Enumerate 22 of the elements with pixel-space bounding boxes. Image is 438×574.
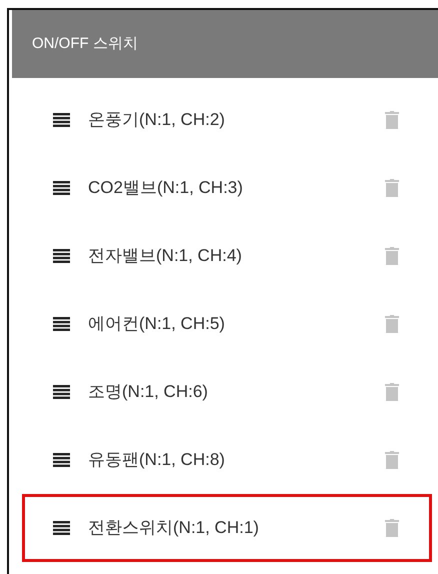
list-item[interactable]: 에어컨(N:1, CH:5) (22, 290, 432, 358)
item-label: 온풍기(N:1, CH:2) (88, 109, 226, 132)
item-label: 전환스위치(N:1, CH:1) (88, 517, 260, 540)
list-item[interactable]: 조명(N:1, CH:6) (22, 358, 432, 426)
list-item[interactable]: 온풍기(N:1, CH:2) (22, 86, 432, 154)
menu-icon[interactable] (53, 249, 70, 263)
menu-icon[interactable] (53, 453, 70, 467)
menu-icon[interactable] (53, 113, 70, 127)
menu-icon[interactable] (53, 181, 70, 195)
item-label: 전자밸브(N:1, CH:4) (88, 245, 243, 268)
list-item[interactable]: 전자밸브(N:1, CH:4) (22, 222, 432, 290)
list-item[interactable]: 유동팬(N:1, CH:8) (22, 426, 432, 494)
list-item[interactable]: 전환스위치(N:1, CH:1) (22, 494, 432, 562)
list-item[interactable]: CO2밸브(N:1, CH:3) (22, 154, 432, 222)
item-label: 유동팬(N:1, CH:8) (88, 449, 226, 472)
menu-icon[interactable] (53, 385, 70, 399)
item-label: 에어컨(N:1, CH:5) (88, 313, 226, 336)
item-label: CO2밸브(N:1, CH:3) (88, 177, 244, 200)
menu-icon[interactable] (53, 317, 70, 331)
panel-title: ON/OFF 스위치 (32, 34, 138, 54)
menu-icon[interactable] (53, 521, 70, 535)
item-label: 조명(N:1, CH:6) (88, 381, 209, 404)
